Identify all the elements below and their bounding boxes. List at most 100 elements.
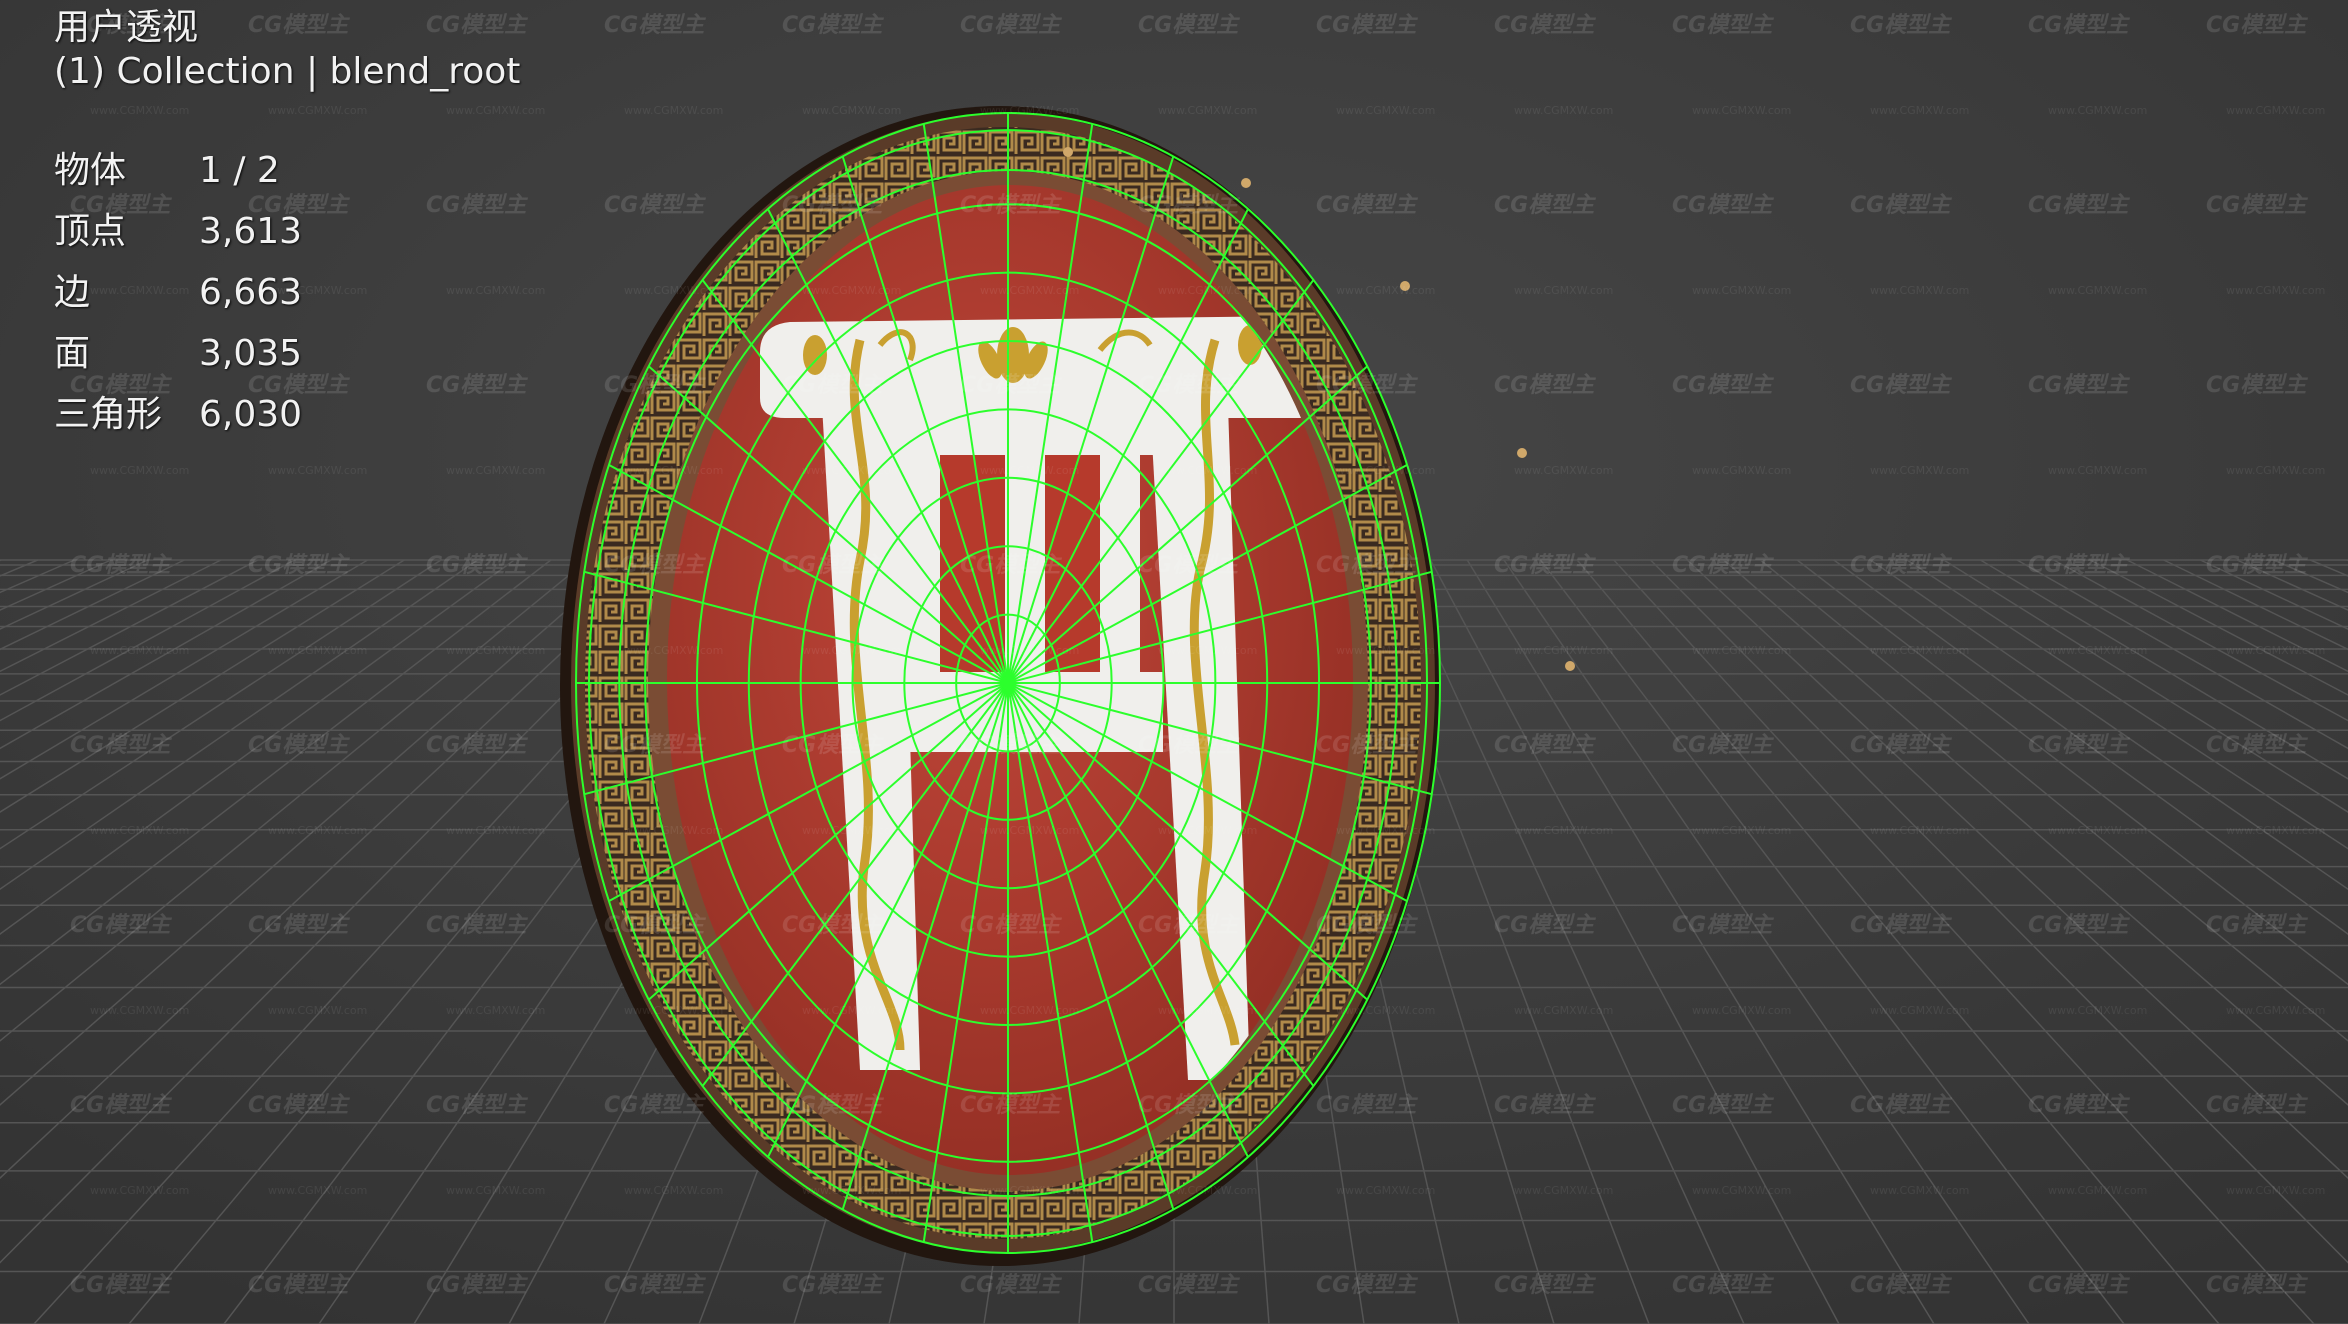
watermark-url: www.CGMXW.com [2226,464,2325,477]
watermark-text: CG模型主 [960,193,1062,218]
stat-vertices: 顶点 3,613 [54,201,520,262]
watermark-url: www.CGMXW.com [446,1184,545,1197]
stat-faces: 面 3,035 [54,323,520,384]
watermark-text: CG模型主 [1850,733,1952,758]
watermark-text: CG模型主 [960,733,1062,758]
watermark-url: www.CGMXW.com [268,644,367,657]
watermark-url: www.CGMXW.com [2048,284,2147,297]
watermark-url: www.CGMXW.com [2226,1004,2325,1017]
watermark-text: CG模型主 [1850,913,1952,938]
watermark-url: www.CGMXW.com [90,644,189,657]
watermark-text: CG模型主 [2028,913,2130,938]
watermark-url: www.CGMXW.com [2226,824,2325,837]
watermark-url: www.CGMXW.com [446,644,545,657]
watermark-text: CG模型主 [1494,1093,1596,1118]
watermark-url: www.CGMXW.com [1870,644,1969,657]
watermark-url: www.CGMXW.com [90,1184,189,1197]
watermark-text: CG模型主 [960,913,1062,938]
watermark-text: CG模型主 [1672,1273,1774,1298]
watermark-text: CG模型主 [1316,553,1418,578]
watermark-text: CG模型主 [2206,913,2308,938]
stat-value: 6,030 [199,394,303,435]
watermark-url: www.CGMXW.com [1158,824,1257,837]
watermark-url: www.CGMXW.com [2048,1004,2147,1017]
viewport-info-overlay: 用户透视 (1) Collection | blend_root 物体 1 / … [54,6,520,445]
watermark-url: www.CGMXW.com [802,104,901,117]
watermark-text: CG模型主 [1494,373,1596,398]
watermark-text: CG模型主 [604,13,706,38]
watermark-text: CG模型主 [70,553,172,578]
watermark-url: www.CGMXW.com [2226,104,2325,117]
watermark-text: CG模型主 [1138,373,1240,398]
watermark-text: CG模型主 [1138,913,1240,938]
watermark-url: www.CGMXW.com [1870,1004,1969,1017]
watermark-text: CG模型主 [1316,913,1418,938]
stat-label: 物体 [54,150,127,191]
watermark-text: CG模型主 [604,1273,706,1298]
watermark-text: CG模型主 [1672,733,1774,758]
watermark-url: www.CGMXW.com [980,644,1079,657]
collection-label: (1) Collection | blend_root [54,51,521,92]
watermark-text: CG模型主 [960,13,1062,38]
watermark-text: CG模型主 [1316,733,1418,758]
stat-value: 1 / 2 [199,150,280,191]
watermark-url: www.CGMXW.com [624,824,723,837]
watermark-url: www.CGMXW.com [624,1184,723,1197]
watermark-text: CG模型主 [782,13,884,38]
watermark-url: www.CGMXW.com [90,464,189,477]
watermark-text: CG模型主 [2206,373,2308,398]
watermark-text: CG模型主 [248,913,350,938]
watermark-text: CG模型主 [604,913,706,938]
watermark-text: CG模型主 [2028,1093,2130,1118]
watermark-url: www.CGMXW.com [1692,284,1791,297]
watermark-url: www.CGMXW.com [446,1004,545,1017]
watermark-text: CG模型主 [248,733,350,758]
watermark-text: CG模型主 [426,1093,528,1118]
watermark-url: www.CGMXW.com [446,464,545,477]
watermark-url: www.CGMXW.com [1158,1184,1257,1197]
watermark-url: www.CGMXW.com [624,644,723,657]
watermark-text: CG模型主 [70,1273,172,1298]
watermark-text: CG模型主 [1672,193,1774,218]
watermark-text: CG模型主 [248,1093,350,1118]
watermark-text: CG模型主 [2028,1273,2130,1298]
watermark-text: CG模型主 [70,913,172,938]
watermark-text: CG模型主 [604,733,706,758]
watermark-text: CG模型主 [70,733,172,758]
watermark-text: CG模型主 [2206,733,2308,758]
scene-statistics: 物体 1 / 2 顶点 3,613 边 6,663 面 3,035 三角形 6,… [54,140,520,445]
watermark-url: www.CGMXW.com [1336,824,1435,837]
watermark-url: www.CGMXW.com [624,104,723,117]
watermark-text: CG模型主 [1850,373,1952,398]
watermark-url: www.CGMXW.com [1158,1004,1257,1017]
watermark-url: www.CGMXW.com [624,1004,723,1017]
watermark-text: CG模型主 [2206,1273,2308,1298]
stat-label: 边 [54,272,91,313]
watermark-url: www.CGMXW.com [2048,104,2147,117]
watermark-url: www.CGMXW.com [802,644,901,657]
watermark-text: CG模型主 [426,553,528,578]
watermark-text: CG模型主 [1494,193,1596,218]
watermark-text: CG模型主 [2206,193,2308,218]
watermark-text: CG模型主 [1138,553,1240,578]
watermark-text: CG模型主 [426,733,528,758]
watermark-text: CG模型主 [782,1093,884,1118]
watermark-url: www.CGMXW.com [2226,644,2325,657]
watermark-url: www.CGMXW.com [1870,104,1969,117]
watermark-url: www.CGMXW.com [1514,1184,1613,1197]
watermark-text: CG模型主 [1494,733,1596,758]
watermark-text: CG模型主 [1672,1093,1774,1118]
watermark-url: www.CGMXW.com [1336,644,1435,657]
watermark-url: www.CGMXW.com [268,1184,367,1197]
watermark-url: www.CGMXW.com [1336,464,1435,477]
watermark-url: www.CGMXW.com [1336,1184,1435,1197]
watermark-text: CG模型主 [1316,1093,1418,1118]
watermark-text: CG模型主 [1850,1273,1952,1298]
watermark-url: www.CGMXW.com [624,284,723,297]
watermark-text: CG模型主 [426,913,528,938]
watermark-url: www.CGMXW.com [1870,284,1969,297]
watermark-text: CG模型主 [782,193,884,218]
watermark-url: www.CGMXW.com [1870,824,1969,837]
watermark-url: www.CGMXW.com [2226,284,2325,297]
watermark-text: CG模型主 [1316,13,1418,38]
